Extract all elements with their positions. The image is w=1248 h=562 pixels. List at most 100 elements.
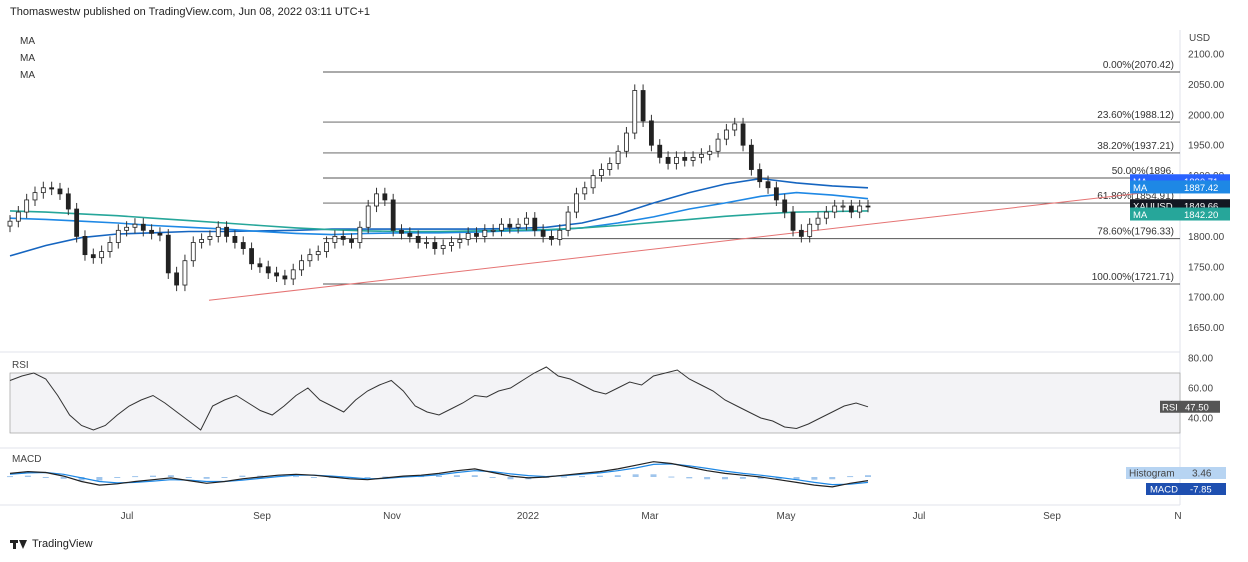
candle-body	[740, 123, 746, 146]
macd-histogram-bar	[865, 475, 871, 477]
candle-body	[482, 229, 488, 237]
candle-body	[49, 187, 55, 190]
candle-body	[599, 169, 604, 177]
macd-histogram-bar	[507, 477, 514, 480]
candle-body	[415, 236, 421, 243]
candle-body	[315, 251, 321, 256]
candle-body	[773, 187, 779, 201]
x-tick-label-5: May	[777, 511, 796, 522]
candle-body	[157, 232, 163, 236]
y-tick-label-3: 1950.00	[1188, 141, 1225, 152]
y-tick-label-7: 1750.00	[1188, 262, 1225, 273]
macd-histogram-bar	[453, 475, 460, 477]
candle-body	[765, 181, 771, 189]
candle-body	[374, 193, 379, 207]
macd-tag-name: MACD	[1150, 485, 1178, 496]
macd-histogram-bar	[739, 477, 746, 479]
candle-body	[132, 223, 138, 228]
macd-histogram-bar	[471, 475, 478, 477]
histogram-tag-value: 3.46	[1192, 469, 1212, 480]
candle-body	[649, 120, 654, 146]
macd-histogram-bar	[686, 477, 693, 479]
candle-body	[698, 153, 704, 158]
macd-histogram-bar	[150, 475, 156, 477]
macd-histogram-bar	[650, 474, 657, 477]
candle-body	[640, 90, 646, 122]
macd-histogram-bar	[96, 477, 103, 481]
macd-histogram-bar	[614, 475, 621, 477]
candle-body	[748, 144, 754, 170]
candle-body	[707, 150, 713, 155]
macd-histogram-bar	[489, 477, 496, 478]
candle-body	[757, 169, 763, 183]
candle-body	[365, 205, 371, 228]
candle-body	[840, 205, 846, 208]
macd-histogram-bar	[704, 477, 711, 480]
candle-body	[807, 223, 813, 237]
rsi-tick-2: 40.00	[1188, 414, 1213, 425]
candle-body	[232, 236, 238, 243]
price-tag-value-1: 1887.42	[1184, 183, 1218, 194]
candle-body	[857, 205, 863, 213]
tradingview-footer: TradingView	[10, 538, 93, 550]
candle-body	[257, 263, 263, 268]
candle-body	[407, 232, 413, 237]
macd-histogram-bar	[561, 476, 568, 478]
candle-body	[590, 175, 596, 189]
candle-body	[40, 187, 46, 194]
candle-body	[140, 223, 146, 231]
candle-body	[199, 239, 204, 243]
macd-histogram-bar	[847, 476, 854, 478]
currency-label: USD	[1189, 33, 1210, 44]
x-tick-label-7: Sep	[1043, 511, 1061, 522]
y-tick-label-8: 1700.00	[1188, 293, 1225, 304]
candle-body	[207, 236, 213, 240]
fib-level-label-0: 0.00%(2070.42)	[1103, 60, 1174, 71]
fib-level-label-6: 100.00%(1721.71)	[1092, 272, 1174, 283]
candle-body	[565, 211, 571, 231]
candle-body	[674, 156, 679, 164]
candle-body	[549, 236, 554, 240]
rsi-tick-1: 60.00	[1188, 384, 1213, 395]
candle-body	[515, 223, 521, 228]
candle-body	[848, 205, 854, 213]
candle-body	[349, 239, 354, 243]
candle-body	[732, 123, 738, 131]
candle-body	[682, 156, 688, 161]
macd-histogram-bar	[310, 477, 317, 478]
candle-body	[382, 193, 388, 201]
macd-histogram-bar	[364, 477, 371, 478]
rsi-label: RSI	[12, 360, 29, 371]
candle-body	[182, 260, 188, 286]
macd-histogram-bar	[185, 477, 192, 478]
price-chart[interactable]: USD2100.002050.002000.001950.001900.0018…	[0, 0, 1248, 530]
macd-histogram-bar	[42, 477, 49, 478]
candle-body	[74, 208, 80, 237]
candle-body	[90, 254, 96, 259]
rsi-band	[9, 372, 1181, 434]
candle-body	[107, 242, 113, 253]
macd-histogram-bar	[24, 475, 31, 477]
candle-body	[615, 150, 621, 164]
macd-histogram-bar	[436, 475, 442, 477]
candle-body	[574, 193, 579, 213]
y-tick-label-1: 2050.00	[1188, 80, 1225, 91]
candle-body	[582, 187, 588, 195]
macd-histogram-bar	[829, 477, 836, 480]
candle-body	[82, 236, 88, 256]
candle-body	[274, 272, 279, 277]
candle-body	[324, 242, 329, 253]
macd-histogram-bar	[596, 475, 603, 477]
candle-body	[174, 272, 180, 286]
candle-body	[124, 226, 130, 231]
candle-body	[798, 229, 804, 237]
price-tag-name-3: MA	[1133, 210, 1148, 221]
candle-body	[190, 242, 196, 262]
candle-body	[215, 226, 221, 237]
macd-histogram-bar	[722, 477, 728, 480]
x-tick-label-6: Jul	[913, 511, 926, 522]
candle-body	[465, 232, 471, 240]
rsi-tag-name: RSI	[1162, 402, 1178, 413]
macd-histogram-bar	[239, 475, 246, 477]
x-tick-label-0: Jul	[121, 511, 134, 522]
